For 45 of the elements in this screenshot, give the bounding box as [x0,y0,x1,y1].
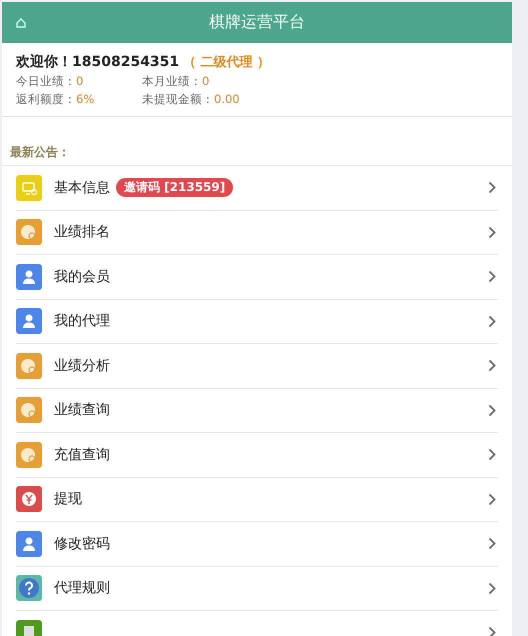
yen-icon [16,486,42,512]
page-title: 棋牌运营平台 [209,12,305,33]
chevron-right-icon [488,270,496,284]
welcome-text: 欢迎你！18508254351 [16,53,180,71]
invite-code-badge: 邀请码 [213559] [116,178,234,198]
user-icon [16,308,42,334]
chevron-right-icon [488,226,496,239]
notice-label: 最新公告： [10,145,70,159]
menu-item[interactable]: 代理规则 [16,566,498,611]
coin-search-icon [16,442,42,468]
menu-item[interactable]: 充值查询 [16,433,498,478]
chevron-right-icon [488,492,496,506]
chevron-right-icon [488,404,496,417]
help-icon [16,575,42,602]
stat-value: 0 [202,74,210,88]
coin-search-icon [16,397,42,424]
coin-search-icon [16,352,42,379]
menu-item[interactable]: 我的会员 [16,255,498,300]
coin-search-icon [16,219,42,246]
stat-label: 返利额度： [16,92,76,106]
chevron-right-icon [488,626,496,636]
stat-label: 本月业绩： [142,74,202,88]
stat-value: 6% [76,92,94,106]
chevron-right-icon [488,181,496,194]
agent-level: （ 二级代理 ） [183,54,270,71]
chevron-right-icon [488,314,496,328]
menu-item[interactable]: 提现 [16,478,498,522]
menu-item[interactable]: 业绩排名 [16,210,498,255]
user-icon [16,264,42,290]
monitor-icon [16,174,42,201]
stat-label: 未提现金额： [142,92,214,106]
menu-item[interactable]: 业绩分析 [16,344,498,388]
menu-item[interactable]: 业绩查询 [16,388,498,433]
user-icon [16,530,42,557]
chevron-right-icon [488,537,496,550]
chevron-right-icon [488,448,496,462]
menu-item[interactable]: 我的代理 [16,300,498,344]
stat-value: 0 [76,74,84,88]
chevron-right-icon [488,359,496,372]
stat-value: 0.00 [214,92,240,106]
stat-label: 今日业绩： [16,74,76,88]
home-icon[interactable] [16,18,26,28]
menu-item[interactable]: 基本信息 邀请码 [213559] [16,166,498,210]
chevron-right-icon [488,582,496,595]
menu-item[interactable]: 修改密码 [16,522,498,566]
